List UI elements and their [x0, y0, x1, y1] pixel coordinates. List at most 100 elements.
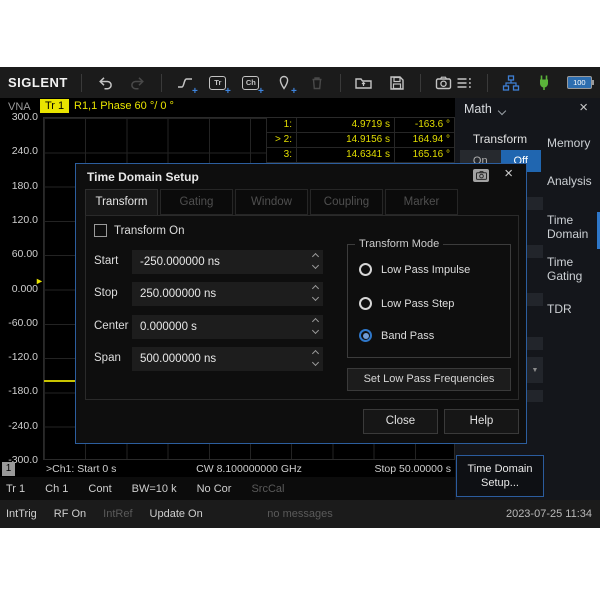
span-spinner[interactable] — [313, 351, 318, 365]
time-domain-setup-button[interactable]: Time Domain Setup... — [456, 455, 544, 497]
channel-badge[interactable]: 1 — [2, 462, 15, 476]
screenshot-canvas: SIGLENT + Tr + Ch + + — [0, 0, 600, 600]
tab-gating[interactable]: Gating — [160, 189, 233, 215]
close-button[interactable]: Close — [363, 409, 438, 434]
sidebar-item-time-domain[interactable]: Time Domain — [547, 213, 597, 241]
sidebar-item-time-gating[interactable]: Time Gating — [547, 255, 597, 283]
battery-level: 100 — [573, 78, 586, 87]
spinner-down-icon[interactable] — [312, 359, 319, 366]
add-trace-curve-icon[interactable]: + — [175, 73, 195, 93]
sidebar-item-analysis[interactable]: Analysis — [547, 174, 597, 188]
y-tick: 0.000 — [0, 283, 38, 295]
radio-row-low-pass-impulse[interactable]: Low Pass Impulse — [359, 263, 470, 276]
dialog-title: Time Domain Setup — [87, 170, 199, 184]
dropdown-arrow-icon[interactable]: ▼ — [527, 357, 543, 383]
sidebar-item-memory[interactable]: Memory — [547, 136, 597, 150]
transform-on-checkbox[interactable] — [94, 224, 107, 237]
status-channel[interactable]: Ch 1 — [45, 483, 68, 495]
toolbar-right-group: 100 Local — [454, 73, 600, 93]
radio-row-low-pass-step[interactable]: Low Pass Step — [359, 297, 454, 310]
marker-label: 3: — [266, 148, 296, 163]
start-field-input[interactable]: -250.000000 ns — [132, 250, 323, 274]
transform-mode-group: Transform Mode Low Pass Impulse Low Pass… — [347, 244, 511, 358]
dialog-camera-icon[interactable] — [473, 169, 489, 182]
transform-section-label: Transform — [455, 132, 545, 146]
spinner-down-icon[interactable] — [312, 262, 319, 269]
dialog-close-icon[interactable]: × — [504, 165, 513, 182]
delete-trash-icon[interactable] — [307, 73, 327, 93]
divider — [340, 74, 341, 92]
redo-icon[interactable] — [128, 73, 148, 93]
lan-network-icon[interactable] — [501, 73, 521, 93]
spinner-down-icon[interactable] — [312, 294, 319, 301]
marker-label: > 2: — [266, 133, 296, 148]
transform-mode-legend: Transform Mode — [355, 238, 443, 250]
set-low-pass-frequencies-button[interactable]: Set Low Pass Frequencies — [347, 368, 511, 391]
trace-info-label[interactable]: R1,1 Phase 60 °/ 0 ° — [74, 100, 174, 112]
tab-marker[interactable]: Marker — [385, 189, 458, 215]
center-field-input[interactable]: 0.000000 s — [132, 315, 323, 339]
status-nocor[interactable]: No Cor — [197, 483, 232, 495]
menu-list-icon[interactable] — [454, 73, 474, 93]
marker-time: 14.6341 s — [296, 148, 394, 163]
span-field-value: 500.000000 ns — [140, 353, 216, 365]
tab-coupling[interactable]: Coupling — [310, 189, 383, 215]
stop-spinner[interactable] — [313, 286, 318, 300]
y-tick: -240.0 — [0, 420, 38, 432]
start-spinner[interactable] — [313, 254, 318, 268]
add-ch-icon[interactable]: Ch + — [241, 73, 261, 93]
sidebar-title[interactable]: Math — [464, 102, 492, 116]
undo-icon[interactable] — [95, 73, 115, 93]
radio-label: Low Pass Impulse — [381, 264, 470, 276]
usb-power-icon[interactable] — [534, 73, 554, 93]
status-srccal[interactable]: SrcCal — [251, 483, 284, 495]
divider — [487, 74, 488, 92]
radio-icon[interactable] — [359, 263, 372, 276]
sweep-labels: >Ch1: Start 0 s CW 8.100000000 GHz Stop … — [43, 463, 455, 477]
center-spinner[interactable] — [313, 319, 318, 333]
help-button[interactable]: Help — [444, 409, 519, 434]
marker-phase: 165.16 ° — [394, 148, 454, 163]
add-marker-icon[interactable]: + — [274, 73, 294, 93]
trace-badge[interactable]: Tr 1 — [40, 99, 69, 113]
center-field-label: Center — [94, 320, 129, 332]
dialog-content-panel: Transform On Start -250.000000 ns Stop 2… — [85, 215, 519, 400]
y-tick: 240.0 — [0, 145, 38, 157]
marker-readout-table: 1: 4.9719 s -163.6 ° > 2: 14.9156 s 164.… — [266, 118, 454, 163]
vna-screen: SIGLENT + Tr + Ch + + — [0, 67, 600, 528]
open-file-icon[interactable] — [354, 73, 374, 93]
battery-icon: 100 — [567, 76, 592, 89]
status-trace[interactable]: Tr 1 — [6, 483, 25, 495]
dialog-tabs: Transform Gating Window Coupling Marker — [85, 189, 458, 216]
radio-icon[interactable] — [359, 297, 372, 310]
spinner-up-icon[interactable] — [312, 285, 319, 292]
tab-transform[interactable]: Transform — [85, 189, 158, 216]
add-tr-icon[interactable]: Tr + — [208, 73, 228, 93]
sidebar-close-icon[interactable]: × — [579, 99, 588, 116]
radio-label: Band Pass — [381, 330, 434, 342]
siglent-logo: SIGLENT — [8, 75, 68, 90]
span-field-label: Span — [94, 352, 121, 364]
tab-window[interactable]: Window — [235, 189, 308, 215]
spinner-up-icon[interactable] — [312, 350, 319, 357]
stop-field-input[interactable]: 250.000000 ns — [132, 282, 323, 306]
screenshot-camera-icon[interactable] — [434, 73, 454, 93]
status-cont[interactable]: Cont — [88, 483, 111, 495]
radio-row-band-pass[interactable]: Band Pass — [359, 329, 434, 342]
save-file-icon[interactable] — [387, 73, 407, 93]
y-tick: 120.0 — [0, 214, 38, 226]
sidebar-item-tdr[interactable]: TDR — [547, 302, 597, 316]
radio-selected-icon[interactable] — [359, 329, 372, 342]
start-field-value: -250.000000 ns — [140, 256, 220, 268]
covered-panel-fragment — [527, 337, 543, 350]
covered-panel-fragment — [527, 390, 543, 402]
spinner-up-icon[interactable] — [312, 318, 319, 325]
span-field-input[interactable]: 500.000000 ns — [132, 347, 323, 371]
y-tick: -120.0 — [0, 351, 38, 363]
spinner-down-icon[interactable] — [312, 327, 319, 334]
status-bw[interactable]: BW=10 k — [132, 483, 177, 495]
stop-field-value: 250.000000 ns — [140, 288, 216, 300]
spinner-up-icon[interactable] — [312, 253, 319, 260]
toolbar: SIGLENT + Tr + Ch + + — [0, 67, 600, 98]
y-tick: -60.00 — [0, 317, 38, 329]
